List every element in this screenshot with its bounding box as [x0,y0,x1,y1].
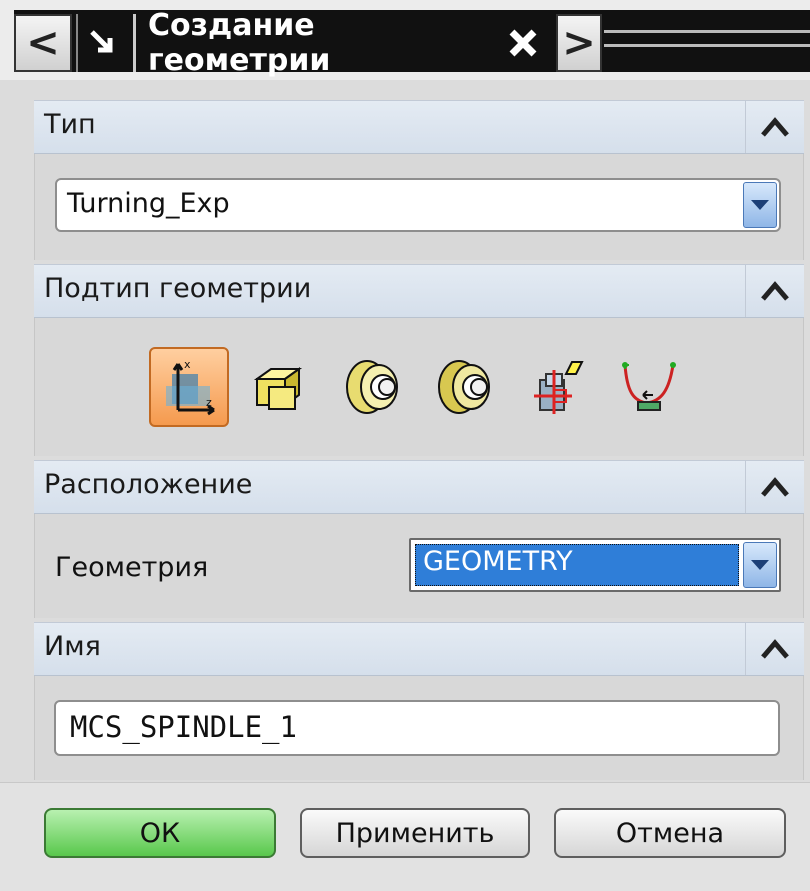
chevron-down-icon [751,200,769,210]
collapse-button[interactable] [745,101,804,153]
turning-workpiece-button[interactable] [425,347,505,427]
geometry-dropdown-value: GEOMETRY [423,546,573,577]
chevron-up-icon [761,639,789,659]
close-button[interactable] [492,14,554,72]
create-geometry-dialog: < Создание геометрии > Тип Turning_Exp П… [0,0,810,891]
forward-button[interactable]: > [556,14,602,72]
section-header-subtype[interactable]: Подтип геометрии [34,264,804,318]
section-title: Имя [44,631,101,662]
subtype-icon-row: x z [34,322,804,452]
ok-button[interactable]: ОК [44,808,276,858]
section-body-location: Геометрия GEOMETRY [34,514,804,618]
dropdown-arrow-button[interactable] [743,542,777,588]
name-input[interactable]: MCS_SPINDLE_1 [54,700,780,756]
section-header-type[interactable]: Тип [34,100,804,154]
avoidance-button[interactable] [517,347,597,427]
section-title: Расположение [44,469,253,500]
close-icon [509,29,537,57]
cancel-button[interactable]: Отмена [554,808,786,858]
section-header-location[interactable]: Расположение [34,460,804,514]
svg-text:x: x [184,358,191,371]
chevron-up-icon [761,281,789,301]
section-title: Подтип геометрии [44,273,312,304]
workpiece-icon [253,367,303,410]
chevron-down-icon [751,560,769,570]
chevron-up-icon [761,117,789,137]
turning-part-button[interactable] [333,347,413,427]
apply-button[interactable]: Применить [300,808,530,858]
geometry-dropdown[interactable]: GEOMETRY [409,538,781,592]
svg-text:z: z [206,396,212,409]
turning-workpiece-icon [438,360,490,414]
section-body-type: Turning_Exp [34,154,804,260]
avoidance-icon [534,361,584,414]
forward-arrow-icon: > [562,20,596,66]
title-bar-line [604,44,810,47]
dialog-title: Создание геометрии [133,8,489,78]
back-arrow-icon: < [26,20,60,66]
mcs-spindle-icon: x z [166,358,215,416]
containment-button[interactable] [609,347,689,427]
chevron-up-icon [761,477,789,497]
mcs-spindle-button[interactable]: x z [149,347,229,427]
collapse-button[interactable] [745,623,804,675]
section-header-name[interactable]: Имя [34,622,804,676]
pin-button[interactable] [76,14,128,72]
containment-icon [622,362,676,411]
type-dropdown-value: Turning_Exp [67,188,230,219]
turning-part-icon [346,360,398,414]
dropdown-arrow-button[interactable] [743,182,777,228]
title-bar-line [604,30,810,33]
back-button[interactable]: < [14,14,72,72]
collapse-button[interactable] [745,461,804,513]
type-dropdown[interactable]: Turning_Exp [55,178,781,232]
title-bar: < Создание геометрии > [0,0,810,80]
pin-arrow-icon [90,30,113,53]
section-title: Тип [44,109,96,140]
collapse-button[interactable] [745,265,804,317]
workpiece-button[interactable] [241,347,321,427]
geometry-label: Геометрия [55,552,209,583]
